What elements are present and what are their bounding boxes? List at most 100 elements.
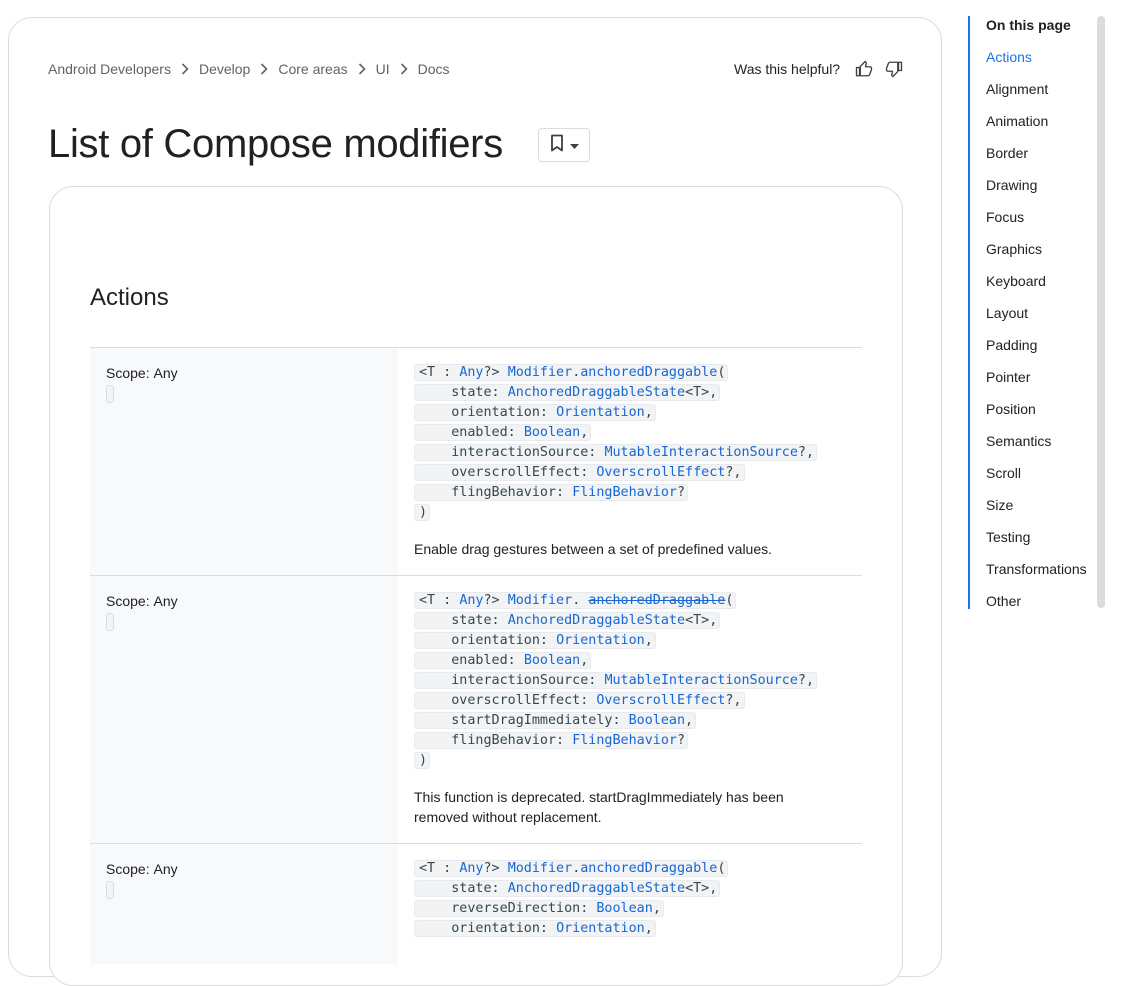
toc-item-actions[interactable]: Actions	[986, 49, 1032, 65]
toc-item-position[interactable]: Position	[986, 401, 1036, 417]
breadcrumb-android-developers[interactable]: Android Developers	[48, 61, 171, 77]
code-link-modifier[interactable]: Modifier	[508, 861, 573, 876]
code-text: ?>	[483, 365, 508, 380]
toc-item-other[interactable]: Other	[986, 593, 1021, 609]
toc-item-semantics[interactable]: Semantics	[986, 433, 1051, 449]
chevron-right-icon	[357, 61, 367, 77]
toc-item-pointer[interactable]: Pointer	[986, 369, 1030, 385]
code-link-type[interactable]: Boolean	[629, 713, 685, 728]
toc-item-animation[interactable]: Animation	[986, 113, 1048, 129]
code-link-type[interactable]: Boolean	[596, 901, 652, 916]
code-link-type[interactable]: AnchoredDraggableState	[508, 613, 685, 628]
code-text: overscrollEffect:	[419, 693, 597, 708]
code-link-function[interactable]: anchoredDraggable	[580, 861, 717, 876]
code-signature: <T : Any?> Modifier. anchoredDraggable( …	[414, 591, 818, 771]
breadcrumb-develop[interactable]: Develop	[199, 61, 250, 77]
deprecation-notice: This function is deprecated.	[414, 789, 586, 805]
code-link-type[interactable]: OverscrollEffect	[596, 465, 725, 480]
code-text: <T :	[419, 861, 460, 876]
scope-text: Scope: Any	[106, 365, 178, 381]
code-text: ?,	[725, 465, 742, 480]
code-text: )	[419, 505, 428, 520]
code-link-type[interactable]: Orientation	[556, 921, 645, 936]
code-text: ?,	[797, 445, 815, 460]
toc-item-size[interactable]: Size	[986, 497, 1013, 513]
breadcrumb-core-areas[interactable]: Core areas	[278, 61, 347, 77]
code-text: flingBehavior:	[419, 485, 573, 500]
code-link-any[interactable]: Any	[459, 365, 483, 380]
code-text: enabled:	[419, 425, 524, 440]
scope-value: Any	[153, 593, 178, 609]
code-link-deprecated-function[interactable]: anchoredDraggable	[588, 593, 725, 608]
code-link-modifier[interactable]: Modifier	[508, 593, 573, 608]
scope-cell: Scope: Any	[90, 348, 398, 575]
thumb-down-icon[interactable]	[884, 59, 904, 79]
code-link-type[interactable]: Orientation	[556, 405, 645, 420]
code-link-type[interactable]: Boolean	[524, 425, 580, 440]
feedback-widget: Was this helpful?	[734, 59, 904, 79]
toc-item-padding[interactable]: Padding	[986, 337, 1037, 353]
toc-item-drawing[interactable]: Drawing	[986, 177, 1037, 193]
scope-cell: Scope: Any	[90, 576, 398, 843]
toc-item-alignment[interactable]: Alignment	[986, 81, 1048, 97]
code-link-type[interactable]: OverscrollEffect	[596, 693, 725, 708]
code-text: ?>	[483, 593, 508, 608]
code-link-any[interactable]: Any	[459, 861, 483, 876]
toc-item-graphics[interactable]: Graphics	[986, 241, 1042, 257]
bookmark-icon	[550, 134, 564, 157]
code-link-type[interactable]: AnchoredDraggableState	[508, 881, 685, 896]
code-text: ?,	[725, 693, 742, 708]
toc-item-scroll[interactable]: Scroll	[986, 465, 1021, 481]
feedback-label: Was this helpful?	[734, 61, 841, 77]
code-signature: <T : Any?> Modifier.anchoredDraggable( s…	[414, 859, 729, 939]
toc-item-keyboard[interactable]: Keyboard	[986, 273, 1046, 289]
code-link-any[interactable]: Any	[459, 593, 483, 608]
code-text: flingBehavior:	[419, 733, 573, 748]
on-this-page-toc: On this page Actions Alignment Animation…	[968, 16, 1096, 609]
chevron-right-icon	[180, 61, 190, 77]
scope-text: Scope: Any	[106, 861, 178, 877]
code-text: ,	[685, 713, 694, 728]
table-row: Scope: Any <T : Any?> Modifier.anchoredD…	[90, 348, 862, 576]
toc-item-focus[interactable]: Focus	[986, 209, 1024, 225]
code-text: (	[717, 861, 726, 876]
scope-chip	[106, 613, 114, 631]
toc-item-layout[interactable]: Layout	[986, 305, 1028, 321]
code-link-function[interactable]: anchoredDraggable	[580, 365, 717, 380]
thumb-up-icon[interactable]	[854, 59, 874, 79]
code-text: orientation:	[419, 405, 557, 420]
row-description: Enable drag gestures between a set of pr…	[414, 541, 773, 557]
bookmark-button[interactable]	[538, 128, 590, 162]
toc-item-border[interactable]: Border	[986, 145, 1028, 161]
toc-item-testing[interactable]: Testing	[986, 529, 1030, 545]
chevron-right-icon	[259, 61, 269, 77]
code-text: overscrollEffect:	[419, 465, 597, 480]
toc-item-transformations[interactable]: Transformations	[986, 561, 1087, 577]
code-text: enabled:	[419, 653, 524, 668]
code-link-type[interactable]: Orientation	[556, 633, 645, 648]
code-link-type[interactable]: MutableInteractionSource	[604, 445, 797, 460]
code-link-type[interactable]: FlingBehavior	[572, 733, 677, 748]
code-text: )	[419, 753, 428, 768]
code-text: ?>	[483, 861, 508, 876]
code-link-type[interactable]: MutableInteractionSource	[604, 673, 797, 688]
code-text: .	[572, 593, 589, 608]
row-description: This function is deprecated. startDragIm…	[414, 787, 834, 827]
code-link-type[interactable]: FlingBehavior	[572, 485, 677, 500]
code-link-modifier[interactable]: Modifier	[508, 365, 573, 380]
code-text: startDragImmediately:	[419, 713, 629, 728]
code-signature: <T : Any?> Modifier.anchoredDraggable( s…	[414, 363, 818, 523]
code-link-type[interactable]: AnchoredDraggableState	[508, 385, 685, 400]
page-title: List of Compose modifiers	[48, 122, 503, 166]
breadcrumb-ui[interactable]: UI	[376, 61, 390, 77]
scope-label: Scope:	[106, 861, 150, 877]
code-text: (	[725, 593, 734, 608]
toc-scrollbar[interactable]	[1097, 16, 1105, 608]
code-text: <T>,	[685, 385, 718, 400]
code-text: state:	[419, 385, 508, 400]
section-heading-actions: Actions	[90, 284, 169, 311]
code-text: ,	[644, 921, 653, 936]
code-text: ?	[677, 485, 686, 500]
code-link-type[interactable]: Boolean	[524, 653, 580, 668]
breadcrumb-docs[interactable]: Docs	[418, 61, 450, 77]
